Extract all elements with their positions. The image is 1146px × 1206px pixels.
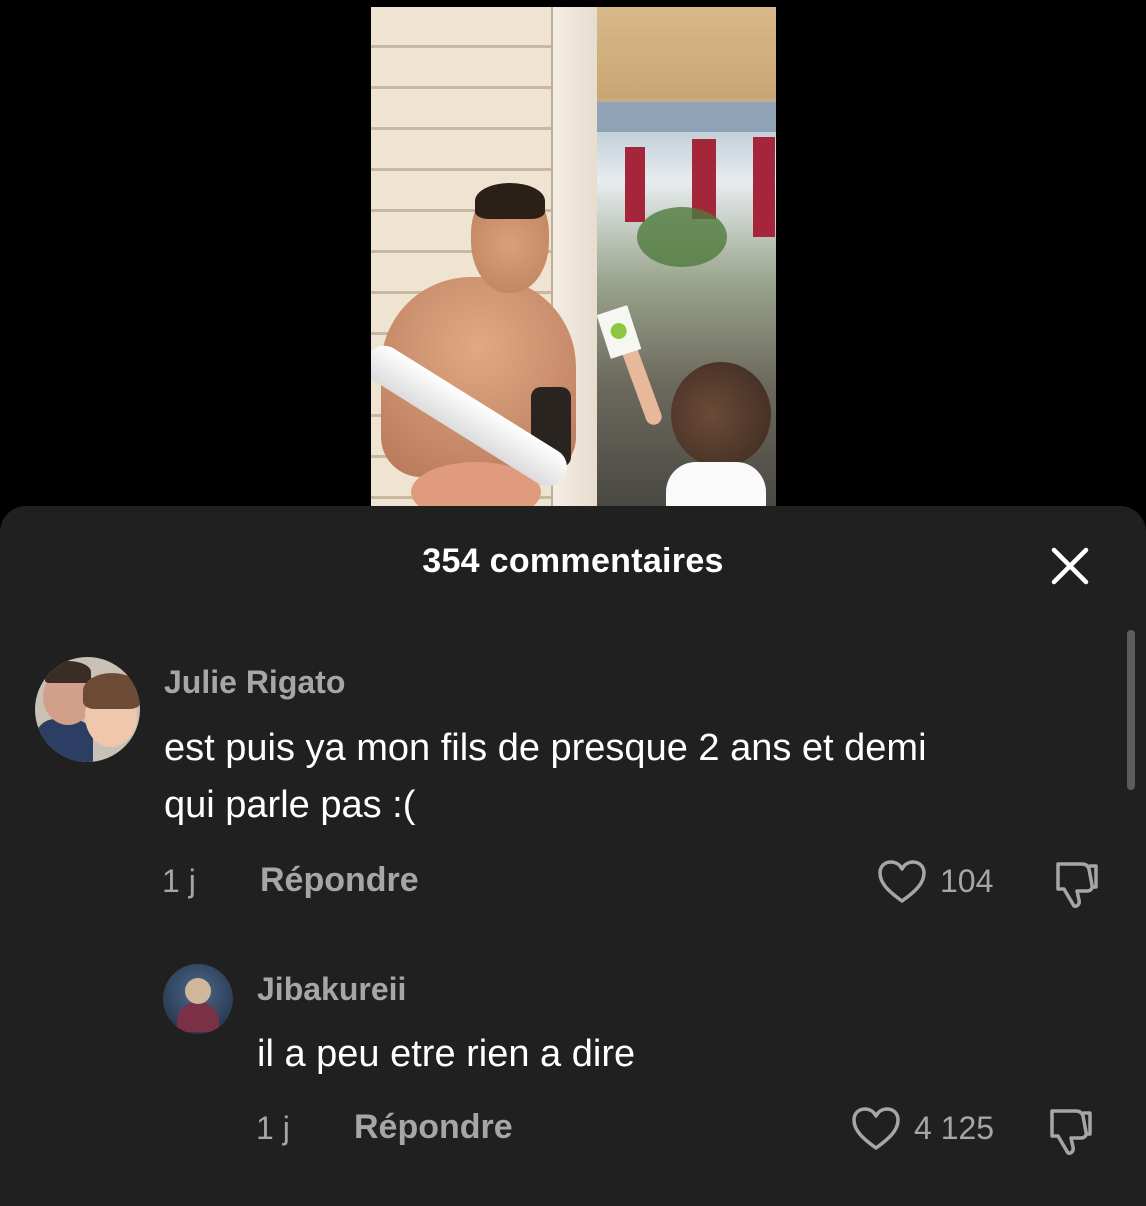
reply-button[interactable]: Répondre: [260, 861, 419, 900]
comment-username[interactable]: Jibakureii: [257, 971, 406, 1008]
video-player[interactable]: [0, 0, 1146, 506]
scrollbar[interactable]: [1127, 630, 1135, 790]
like-button[interactable]: [850, 1105, 902, 1158]
video-thumbnail[interactable]: [371, 7, 776, 506]
dislike-button[interactable]: [1046, 1105, 1096, 1162]
comment-username[interactable]: Julie Rigato: [164, 664, 345, 701]
comment-text: est puis ya mon fils de presque 2 ans et…: [164, 727, 927, 769]
comment-timestamp: 1 j: [162, 863, 196, 899]
comments-count-title: 354 commentaires: [422, 542, 724, 580]
reply-button[interactable]: Répondre: [354, 1108, 513, 1147]
like-button[interactable]: [876, 858, 928, 911]
avatar[interactable]: [163, 964, 233, 1034]
heart-outline-icon: [852, 1107, 900, 1150]
thumbs-down-icon: [1056, 862, 1098, 908]
like-count: 4 125: [914, 1110, 995, 1146]
like-count: 104: [940, 863, 994, 899]
comment-text: il a peu etre rien a dire: [257, 1033, 636, 1075]
dislike-button[interactable]: [1052, 858, 1102, 915]
close-button[interactable]: [1046, 542, 1094, 590]
thumbs-down-icon: [1050, 1109, 1092, 1155]
avatar[interactable]: [35, 657, 140, 762]
comment-text: qui parle pas :(: [164, 784, 416, 826]
close-icon: [1051, 547, 1089, 585]
comments-sheet: 354 commentaires Julie Rigato est puis y…: [0, 506, 1146, 1206]
comment-timestamp: 1 j: [256, 1110, 290, 1146]
heart-outline-icon: [878, 860, 926, 903]
